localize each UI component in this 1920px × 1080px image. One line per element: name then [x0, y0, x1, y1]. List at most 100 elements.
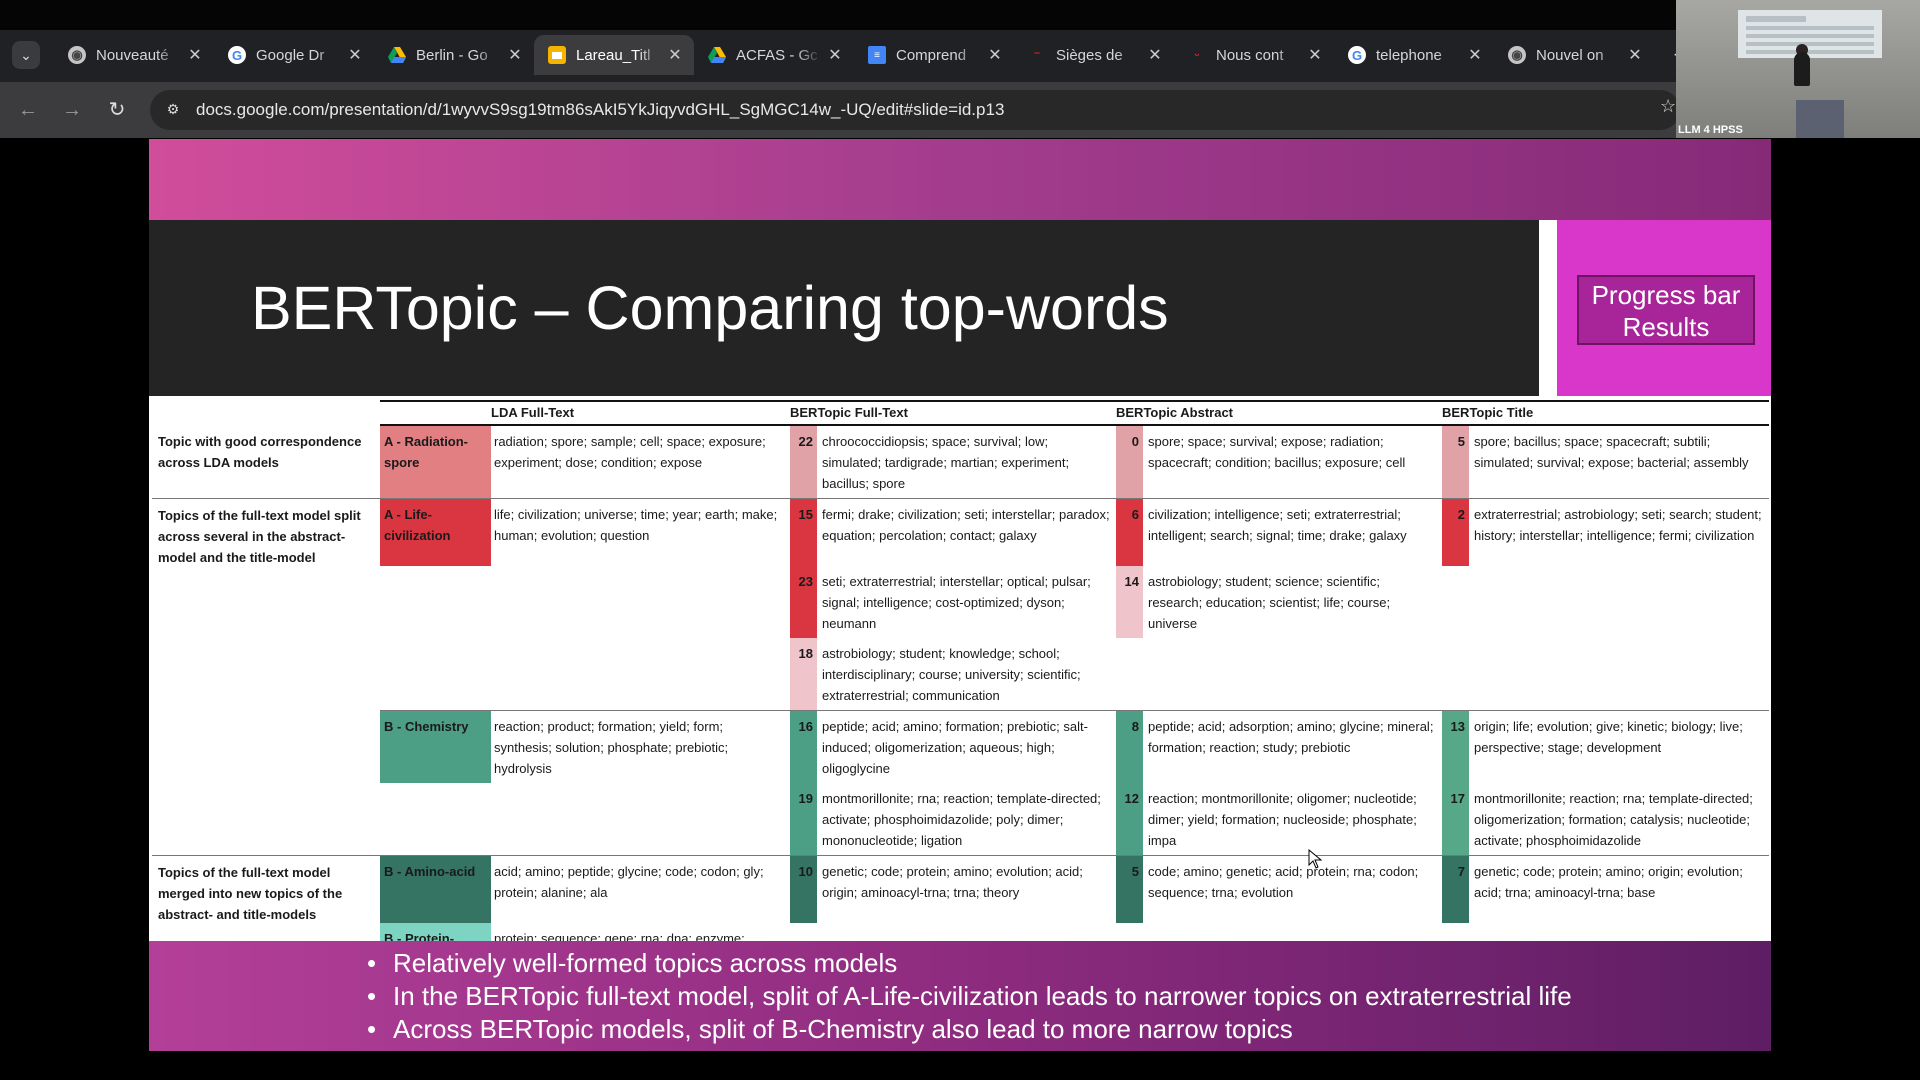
- progress-bar-box: Progress bar Results: [1577, 275, 1755, 345]
- google-icon: G: [228, 46, 246, 64]
- topic-number: 23: [790, 566, 817, 638]
- header-bertopic-abstract: BERTopic Abstract: [1116, 400, 1442, 426]
- close-tab-icon[interactable]: ✕: [982, 45, 1008, 65]
- close-tab-icon[interactable]: ✕: [1462, 45, 1488, 65]
- tab-9[interactable]: ◉ Nouvel on ✕: [1494, 35, 1654, 75]
- projected-screen: [1738, 10, 1882, 58]
- google-icon: G: [1348, 46, 1366, 64]
- bertopic-words: seti; extraterrestrial; interstellar; op…: [822, 574, 1091, 631]
- header-bertopic-title: BERTopic Title: [1442, 400, 1769, 426]
- speaker: [1794, 52, 1810, 86]
- topic-label: B - Amino-acid: [380, 855, 491, 923]
- tab-title: Lareau_Titl: [576, 46, 651, 64]
- bullet-item: Relatively well-formed topics across mod…: [367, 947, 1572, 980]
- docs-icon: ≡: [868, 46, 886, 64]
- close-tab-icon[interactable]: ✕: [822, 45, 848, 65]
- bertopic-words: peptide; acid; amino; formation; prebiot…: [817, 710, 1116, 783]
- bertopic-words: montmorillonite; reaction; rna; template…: [1474, 791, 1753, 848]
- bertopic-words: genetic; code; protein; amino; origin; e…: [1469, 855, 1769, 923]
- side-box-line1: Progress bar: [1591, 280, 1741, 310]
- topic-label: A - Life-civilization: [380, 498, 491, 566]
- tab-title: Sièges de: [1056, 46, 1123, 64]
- close-tab-icon[interactable]: ✕: [1622, 45, 1648, 65]
- tab-2[interactable]: Berlin - Go ✕: [374, 35, 534, 75]
- slide-title: BERTopic – Comparing top-words: [251, 274, 1169, 342]
- lda-words: reaction; product; formation; yield; for…: [491, 710, 790, 783]
- reload-button[interactable]: ↻: [103, 96, 131, 124]
- close-tab-icon[interactable]: ✕: [342, 45, 368, 65]
- browser-tab-bar: ⌄ ◉ Nouveauté ✕ G Google Dr ✕ Berlin - G…: [0, 0, 1920, 82]
- bullet-list: Relatively well-formed topics across mod…: [367, 947, 1572, 1046]
- tab-3-active[interactable]: Lareau_Titl ✕: [534, 35, 694, 75]
- bertopic-words: spore; space; survival; expose; radiatio…: [1148, 434, 1406, 470]
- topic-number: 17: [1442, 783, 1469, 855]
- tab-search-dropdown[interactable]: ⌄: [12, 41, 40, 69]
- webcam-overlay: LLM 4 HPSS: [1676, 0, 1920, 138]
- bookmark-star-icon[interactable]: ☆: [1660, 96, 1676, 117]
- tab-title: Berlin - Go: [416, 46, 488, 64]
- close-tab-icon[interactable]: ✕: [502, 45, 528, 65]
- slide-top-banner: [149, 139, 1771, 220]
- tab-4[interactable]: ACFAS - Gc ✕: [694, 35, 854, 75]
- close-tab-icon[interactable]: ✕: [662, 45, 688, 65]
- lda-words: radiation; spore; sample; cell; space; e…: [494, 434, 766, 470]
- url-text[interactable]: docs.google.com/presentation/d/1wyvvS9sg…: [196, 100, 1004, 120]
- topic-number: 16: [790, 710, 817, 783]
- bertopic-words: civilization; intelligence; seti; extrat…: [1143, 498, 1442, 566]
- bertopic-words: code; amino; genetic; acid; protein; rna…: [1143, 855, 1442, 923]
- close-tab-icon[interactable]: ✕: [182, 45, 208, 65]
- tab-bar-top: [0, 0, 1920, 30]
- site-settings-icon[interactable]: ⚙: [164, 101, 182, 119]
- presentation-slide: BERTopic – Comparing top-words Progress …: [149, 139, 1771, 1051]
- tab-title: Nouvel on: [1536, 46, 1604, 64]
- topic-number: 6: [1116, 498, 1143, 566]
- bertopic-words: astrobiology; student; science; scientif…: [1148, 574, 1391, 631]
- chrome-icon: ◉: [1508, 46, 1526, 64]
- back-button[interactable]: ←: [14, 96, 42, 124]
- site-icon: ᵕ: [1194, 48, 1200, 62]
- drive-icon: [708, 46, 726, 64]
- bullet-item: Across BERTopic models, split of B-Chemi…: [367, 1013, 1572, 1046]
- bertopic-words: spore; bacillus; space; spacecraft; subt…: [1474, 434, 1749, 470]
- topic-number: 15: [790, 498, 817, 566]
- topic-number: 0: [1116, 425, 1143, 499]
- tab-5[interactable]: ≡ Comprend ✕: [854, 35, 1014, 75]
- drive-icon: [388, 46, 406, 64]
- podium: [1796, 100, 1844, 138]
- tab-strip: ⌄ ◉ Nouveauté ✕ G Google Dr ✕ Berlin - G…: [0, 34, 1696, 76]
- table-row: 19 montmorillonite; rna; reaction; templ…: [152, 783, 1769, 855]
- header-lda: LDA Full-Text: [491, 400, 790, 426]
- tab-title: ACFAS - Gc: [736, 46, 818, 64]
- address-bar[interactable]: ⚙ docs.google.com/presentation/d/1wyvvS9…: [150, 90, 1680, 130]
- side-box-line2: Results: [1622, 312, 1710, 342]
- bertopic-words: astrobiology; student; knowledge; school…: [822, 646, 1081, 703]
- tab-0[interactable]: ◉ Nouveauté ✕: [54, 35, 214, 75]
- table-row: 18 astrobiology; student; knowledge; sch…: [152, 638, 1769, 711]
- tab-7[interactable]: ᵕ Nous cont ✕: [1174, 35, 1334, 75]
- chrome-icon: ◉: [68, 46, 86, 64]
- topic-number: 19: [790, 783, 817, 855]
- close-tab-icon[interactable]: ✕: [1302, 45, 1328, 65]
- table-row: Topic with good correspondence across LD…: [152, 425, 1769, 499]
- table-header-row: LDA Full-Text BERTopic Full-Text BERTopi…: [152, 400, 1769, 426]
- tab-1[interactable]: G Google Dr ✕: [214, 35, 374, 75]
- topic-number: 18: [790, 638, 817, 711]
- table-row: Topics of the full-text model merged int…: [152, 855, 1769, 975]
- topic-number: 7: [1442, 855, 1469, 923]
- forward-button[interactable]: →: [58, 96, 86, 124]
- tab-6[interactable]: ⁻ Sièges de ✕: [1014, 35, 1174, 75]
- topic-number: 8: [1116, 710, 1143, 783]
- topic-number: 10: [790, 855, 817, 923]
- topic-label: B - Chemistry: [380, 710, 491, 783]
- topic-number: 5: [1116, 855, 1143, 923]
- bullet-item: In the BERTopic full-text model, split o…: [367, 980, 1572, 1013]
- header-spacer: [152, 401, 380, 425]
- tab-8[interactable]: G telephone ✕: [1334, 35, 1494, 75]
- arrow-right-icon: →: [62, 99, 82, 121]
- header-bertopic-full-text: BERTopic Full-Text: [790, 400, 1116, 426]
- close-tab-icon[interactable]: ✕: [1142, 45, 1168, 65]
- chevron-down-icon: ⌄: [20, 46, 32, 63]
- tab-title: Nouveauté: [96, 46, 169, 64]
- tab-title: Comprend: [896, 46, 967, 64]
- bertopic-words: montmorillonite; rna; reaction; template…: [822, 791, 1101, 848]
